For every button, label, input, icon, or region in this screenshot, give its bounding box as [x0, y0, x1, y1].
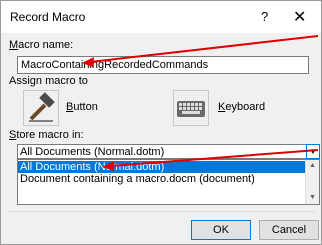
scroll-down-icon[interactable]: ▼: [306, 192, 319, 204]
help-button[interactable]: ?: [261, 9, 268, 24]
cancel-button[interactable]: Cancel: [259, 220, 319, 240]
scroll-up-icon[interactable]: ▲: [306, 160, 319, 172]
record-macro-dialog: Record Macro ? ✕ Macro name: MacroContai…: [0, 0, 322, 245]
button-option-label[interactable]: Button: [66, 101, 98, 113]
chevron-down-icon[interactable]: ▼: [306, 144, 320, 159]
keyboard-icon: [173, 90, 209, 126]
title-bar: Record Macro ? ✕: [1, 1, 321, 33]
ok-button[interactable]: OK: [191, 220, 251, 240]
dialog-title: Record Macro: [10, 10, 86, 24]
close-button[interactable]: ✕: [293, 7, 306, 27]
store-macro-select[interactable]: All Documents (Normal.dotm) ▼: [17, 144, 320, 159]
keyboard-option-label[interactable]: Keyboard: [218, 101, 265, 113]
list-item-document-containing-macro[interactable]: Document containing a macro.docm (docume…: [18, 173, 255, 185]
store-macro-selected-value: All Documents (Normal.dotm): [20, 146, 165, 158]
assign-keyboard-button[interactable]: [173, 90, 209, 126]
store-macro-label: Store macro in:: [9, 129, 84, 141]
dropdown-scrollbar[interactable]: ▲ ▼: [305, 160, 319, 204]
hammer-icon: [23, 90, 59, 126]
macro-name-label: Macro name:: [9, 39, 74, 51]
assign-macro-label: Assign macro to: [9, 75, 88, 87]
macro-name-input[interactable]: MacroContainingRecordedCommands: [17, 56, 309, 74]
list-item-all-documents[interactable]: All Documents (Normal.dotm): [18, 161, 308, 173]
divider: [9, 211, 315, 212]
assign-button-button[interactable]: [23, 90, 59, 126]
store-macro-dropdown-list: All Documents (Normal.dotm) Document con…: [17, 159, 320, 205]
